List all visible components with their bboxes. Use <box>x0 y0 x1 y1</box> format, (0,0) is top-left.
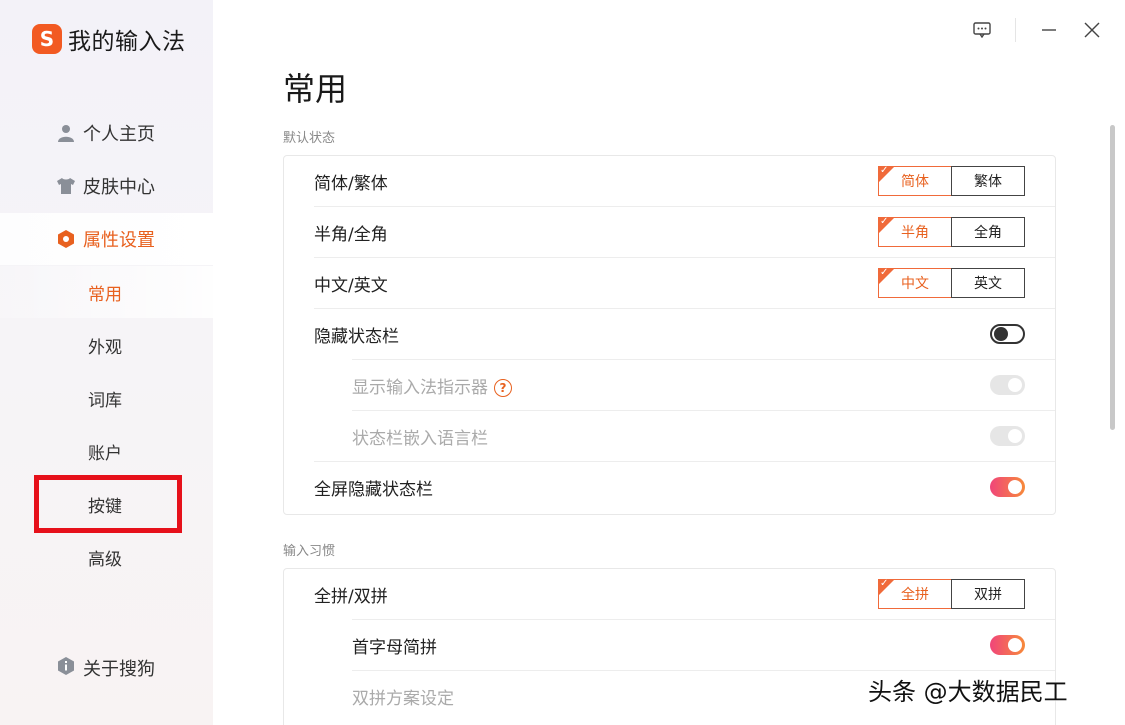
setting-label: 隐藏状态栏 <box>314 327 399 347</box>
sidebar-subitem-label: 外观 <box>88 337 122 358</box>
sidebar-subitem-label: 账户 <box>88 443 122 464</box>
option-chinese[interactable]: ✓ 中文 <box>878 267 952 298</box>
main-panel: 常用 默认状态 简体/繁体 ✓ 简体 繁体 半角/全角 ✓ 半角 全角 中文/英… <box>213 0 1125 725</box>
sidebar-item-label: 关于搜狗 <box>83 659 155 680</box>
annotation-highlight-box <box>34 475 182 533</box>
close-icon[interactable] <box>1080 18 1104 42</box>
sidebar-item-label: 属性设置 <box>83 230 155 251</box>
sidebar-subitem-appearance[interactable]: 外观 <box>0 319 213 371</box>
sidebar-subitem-label: 高级 <box>88 549 122 570</box>
sidebar-item-label: 皮肤中心 <box>83 177 155 198</box>
info-hexagon-icon <box>57 656 75 680</box>
sidebar-item-label: 个人主页 <box>83 124 155 145</box>
option-label: 繁体 <box>974 174 1002 190</box>
option-label: 简体 <box>901 174 929 190</box>
sidebar-subitem-dictionary[interactable]: 词库 <box>0 372 213 424</box>
page-title: 常用 <box>283 70 348 108</box>
setting-row-chinese-english: 中文/英文 ✓ 中文 英文 <box>284 258 1055 309</box>
setting-label: 简体/繁体 <box>314 174 388 194</box>
setting-label: 中文/英文 <box>314 276 388 296</box>
setting-label: 首字母简拼 <box>352 638 437 658</box>
segmented-control: ✓ 简体 繁体 <box>878 165 1025 196</box>
setting-label: 双拼方案设定 <box>352 689 454 709</box>
option-label: 中文 <box>901 276 929 292</box>
segmented-control: ✓ 全拼 双拼 <box>878 578 1025 609</box>
setting-label: 状态栏嵌入语言栏 <box>352 429 488 449</box>
option-label: 半角 <box>901 225 929 241</box>
toggle-knob <box>1008 638 1022 652</box>
option-fullwidth[interactable]: 全角 <box>951 217 1025 247</box>
setting-label: 全拼/双拼 <box>314 587 388 607</box>
titlebar-divider <box>1015 18 1016 42</box>
setting-row-embed-language-bar: 状态栏嵌入语言栏 <box>284 411 1055 462</box>
option-english[interactable]: 英文 <box>951 268 1025 298</box>
option-label: 全角 <box>974 225 1002 241</box>
hexagon-settings-icon <box>57 230 75 248</box>
sidebar-item-skin-center[interactable]: 皮肤中心 <box>0 160 213 212</box>
setting-row-hide-statusbar: 隐藏状态栏 <box>284 309 1055 360</box>
sidebar-subitem-advanced[interactable]: 高级 <box>0 531 213 583</box>
setting-row-full-double-pinyin: 全拼/双拼 ✓ 全拼 双拼 <box>284 569 1055 620</box>
setting-row-fullscreen-hide-statusbar: 全屏隐藏状态栏 <box>284 462 1055 513</box>
sogou-logo-icon: S <box>32 24 62 54</box>
show-indicator-toggle[interactable] <box>990 375 1025 395</box>
section-label-default-state: 默认状态 <box>283 131 336 146</box>
minimize-icon[interactable] <box>1037 18 1061 42</box>
option-label: 英文 <box>974 276 1002 292</box>
help-question-icon[interactable]: ? <box>494 379 512 397</box>
sidebar-subitem-account[interactable]: 账户 <box>0 425 213 477</box>
check-icon: ✓ <box>880 216 889 227</box>
toggle-knob <box>1008 378 1022 392</box>
toggle-knob <box>994 327 1008 341</box>
check-icon: ✓ <box>880 165 889 176</box>
sidebar-item-about[interactable]: 关于搜狗 <box>57 655 155 681</box>
hide-statusbar-toggle[interactable] <box>990 324 1025 344</box>
segmented-control: ✓ 半角 全角 <box>878 216 1025 247</box>
sidebar-item-profile[interactable]: 个人主页 <box>0 107 213 159</box>
setting-label-text: 显示输入法指示器 <box>352 378 488 398</box>
sidebar-subitem-common[interactable]: 常用 <box>0 266 213 318</box>
option-simplified[interactable]: ✓ 简体 <box>878 165 952 196</box>
option-double-pinyin[interactable]: 双拼 <box>951 579 1025 609</box>
option-traditional[interactable]: 繁体 <box>951 166 1025 196</box>
sidebar-subitem-label: 词库 <box>88 390 122 411</box>
initial-abbreviation-toggle[interactable] <box>990 635 1025 655</box>
setting-row-initial-abbreviation: 首字母简拼 <box>284 620 1055 671</box>
watermark-text: 头条 @大数据民工 <box>868 678 1068 706</box>
shirt-icon <box>57 177 75 195</box>
segmented-control: ✓ 中文 英文 <box>878 267 1025 298</box>
embed-language-bar-toggle[interactable] <box>990 426 1025 446</box>
toggle-knob <box>1008 429 1022 443</box>
setting-label: 半角/全角 <box>314 225 388 245</box>
option-halfwidth[interactable]: ✓ 半角 <box>878 216 952 247</box>
setting-row-simplified-traditional: 简体/繁体 ✓ 简体 繁体 <box>284 156 1055 207</box>
setting-label: 显示输入法指示器? <box>352 373 512 398</box>
option-label: 全拼 <box>901 587 929 603</box>
setting-row-show-indicator: 显示输入法指示器? <box>284 360 1055 411</box>
settings-card-default-state: 简体/繁体 ✓ 简体 繁体 半角/全角 ✓ 半角 全角 中文/英文 ✓ 中文 英… <box>283 155 1056 515</box>
sidebar-subitem-label: 常用 <box>88 284 122 305</box>
toggle-knob <box>1008 480 1022 494</box>
feedback-icon[interactable] <box>970 18 994 42</box>
check-icon: ✓ <box>880 578 889 589</box>
fullscreen-hide-statusbar-toggle[interactable] <box>990 477 1025 497</box>
app-title: 我的输入法 <box>68 29 186 55</box>
setting-row-halfwidth-fullwidth: 半角/全角 ✓ 半角 全角 <box>284 207 1055 258</box>
option-full-pinyin[interactable]: ✓ 全拼 <box>878 578 952 609</box>
user-icon <box>57 124 75 142</box>
check-icon: ✓ <box>880 267 889 278</box>
sidebar-item-settings[interactable]: 属性设置 <box>0 213 213 265</box>
option-label: 双拼 <box>974 587 1002 603</box>
brand: S 我的输入法 <box>32 22 186 56</box>
section-label-input-habits: 输入习惯 <box>283 544 336 559</box>
sidebar: S 我的输入法 个人主页 皮肤中心 属性设置 常用 外观 词库 账户 按键 高级 <box>0 0 213 725</box>
vertical-scrollbar[interactable] <box>1110 125 1115 430</box>
setting-label: 全屏隐藏状态栏 <box>314 480 433 500</box>
